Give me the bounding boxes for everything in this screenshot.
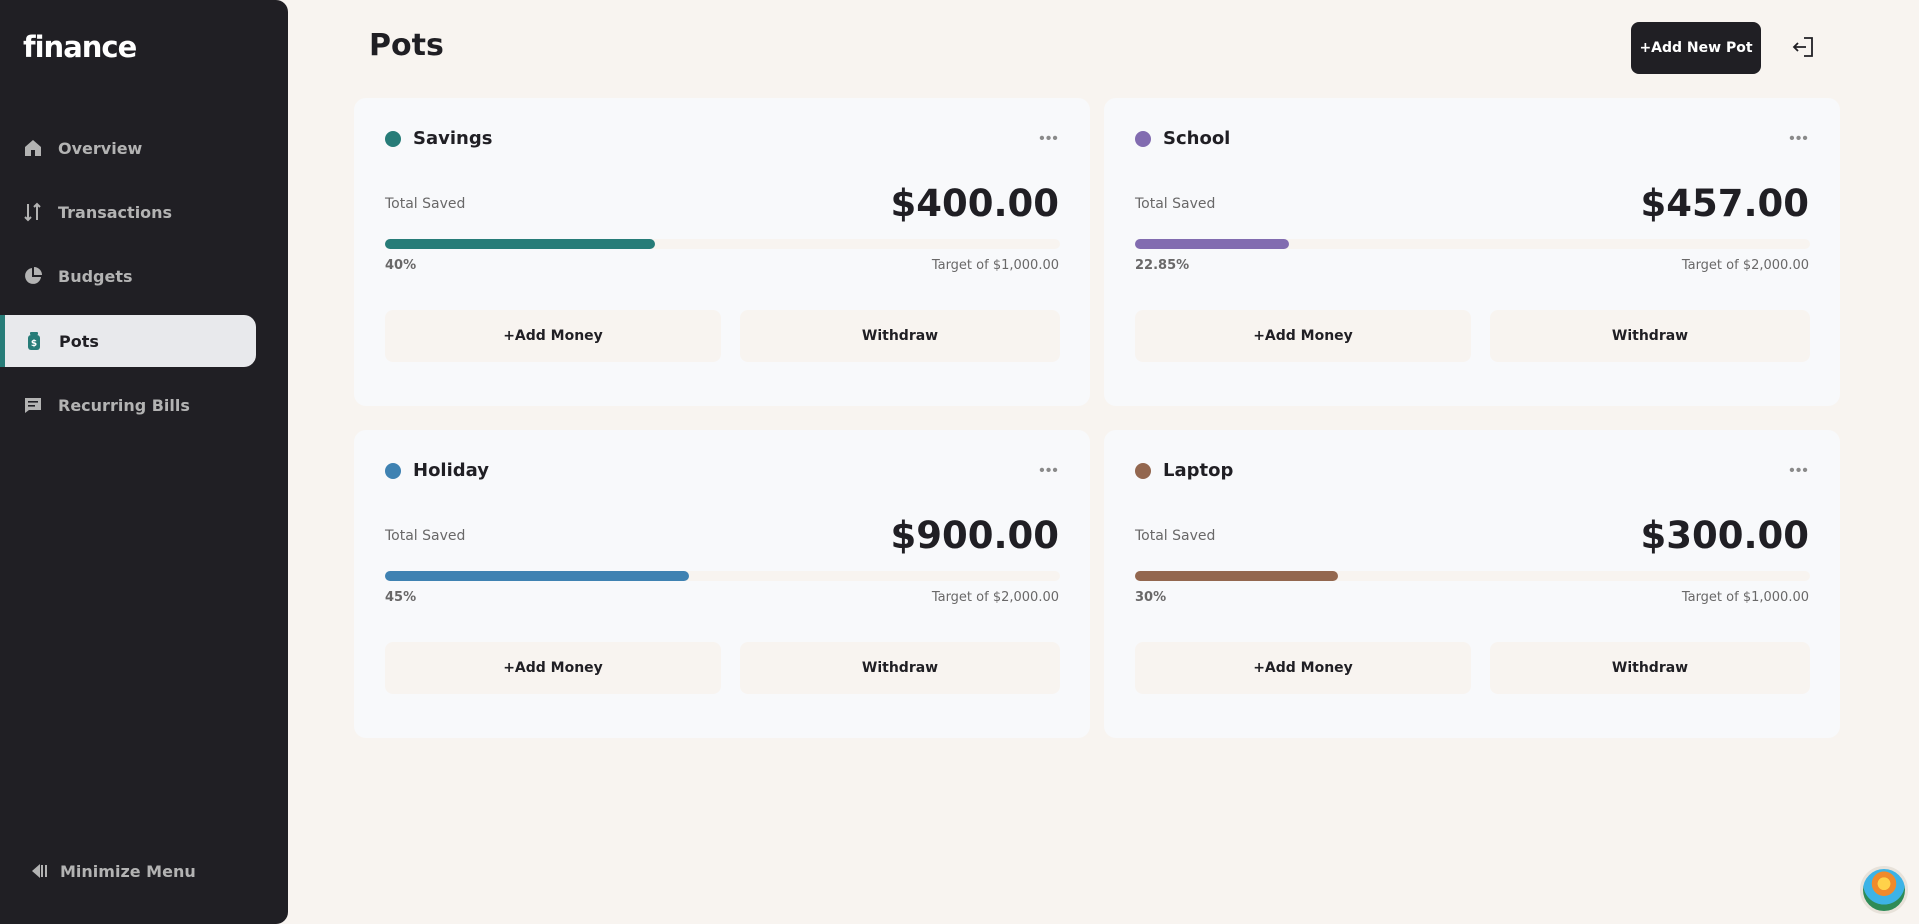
minimize-arrow-icon — [32, 864, 47, 878]
progress-bar — [385, 571, 1060, 581]
add-money-button[interactable]: +Add Money — [1135, 310, 1471, 362]
pot-color-dot — [1135, 462, 1151, 479]
pot-color-dot — [1135, 130, 1151, 147]
sidebar-item-recurring-bills[interactable]: Recurring Bills — [0, 379, 256, 431]
home-icon — [22, 137, 44, 159]
pot-target: Target of $2,000.00 — [1681, 258, 1809, 273]
pot-header: School — [1135, 128, 1230, 149]
sidebar-item-overview[interactable]: Overview — [0, 122, 256, 174]
progress-fill — [385, 571, 689, 581]
more-options-button[interactable]: ••• — [1038, 462, 1060, 479]
add-money-button[interactable]: +Add Money — [385, 642, 721, 694]
progress-fill — [385, 239, 655, 249]
pot-target: Target of $1,000.00 — [931, 258, 1059, 273]
pot-header: Savings — [385, 128, 492, 149]
pie-chart-icon — [22, 265, 44, 287]
withdraw-button[interactable]: Withdraw — [1490, 642, 1810, 694]
ellipsis-icon: ••• — [1789, 462, 1809, 479]
jar-icon: $ — [23, 330, 45, 352]
pot-amount: $400.00 — [890, 182, 1059, 225]
progress-percent: 22.85% — [1135, 258, 1190, 273]
withdraw-button[interactable]: Withdraw — [1490, 310, 1810, 362]
minimize-menu-button[interactable]: Minimize Menu — [30, 860, 196, 882]
add-new-pot-button[interactable]: +Add New Pot — [1631, 22, 1761, 74]
pot-name: School — [1163, 128, 1231, 149]
sidebar-item-label: Recurring Bills — [58, 395, 190, 415]
sidebar-item-label: Transactions — [58, 202, 173, 222]
sidebar-item-pots[interactable]: $ Pots — [0, 315, 256, 367]
total-saved-label: Total Saved — [1135, 528, 1216, 544]
pot-target: Target of $1,000.00 — [1681, 590, 1809, 605]
more-options-button[interactable]: ••• — [1788, 462, 1810, 479]
page-title: Pots — [369, 28, 444, 63]
withdraw-button[interactable]: Withdraw — [740, 642, 1060, 694]
arrows-updown-icon — [22, 201, 44, 223]
add-money-button[interactable]: +Add Money — [1135, 642, 1471, 694]
pot-header: Holiday — [385, 460, 489, 481]
pot-card-holiday: Holiday ••• Total Saved $900.00 45% Targ… — [354, 430, 1090, 738]
sidebar-item-label: Overview — [58, 138, 143, 158]
svg-text:$: $ — [31, 339, 37, 349]
progress-percent: 30% — [1135, 590, 1167, 605]
total-saved-label: Total Saved — [385, 196, 466, 212]
pot-amount: $300.00 — [1640, 514, 1809, 557]
sidebar-item-label: Pots — [59, 331, 99, 351]
pot-name: Savings — [413, 128, 493, 149]
pot-card-laptop: Laptop ••• Total Saved $300.00 30% Targe… — [1104, 430, 1840, 738]
total-saved-label: Total Saved — [385, 528, 466, 544]
progress-bar — [1135, 239, 1810, 249]
progress-bar — [1135, 571, 1810, 581]
sidebar-item-transactions[interactable]: Transactions — [0, 186, 256, 238]
ellipsis-icon: ••• — [1039, 462, 1059, 479]
pot-card-school: School ••• Total Saved $457.00 22.85% Ta… — [1104, 98, 1840, 406]
pot-color-dot — [385, 130, 401, 147]
ellipsis-icon: ••• — [1039, 130, 1059, 147]
minimize-menu-label: Minimize Menu — [60, 861, 196, 881]
sidebar: finance Overview Transactions Budgets $ … — [0, 0, 288, 924]
progress-bar — [385, 239, 1060, 249]
pot-target: Target of $2,000.00 — [931, 590, 1059, 605]
pot-card-savings: Savings ••• Total Saved $400.00 40% Targ… — [354, 98, 1090, 406]
more-options-button[interactable]: ••• — [1788, 130, 1810, 147]
withdraw-button[interactable]: Withdraw — [740, 310, 1060, 362]
total-saved-label: Total Saved — [1135, 196, 1216, 212]
ellipsis-icon: ••• — [1789, 130, 1809, 147]
more-options-button[interactable]: ••• — [1038, 130, 1060, 147]
app-root: finance Overview Transactions Budgets $ … — [0, 0, 1919, 924]
logout-icon — [1792, 37, 1813, 57]
logout-button[interactable] — [1790, 34, 1816, 60]
progress-percent: 45% — [385, 590, 417, 605]
progress-percent: 40% — [385, 258, 417, 273]
progress-fill — [1135, 571, 1338, 581]
pot-amount: $900.00 — [890, 514, 1059, 557]
sidebar-item-label: Budgets — [58, 266, 133, 286]
logo: finance — [23, 30, 137, 64]
assistant-avatar[interactable] — [1860, 866, 1908, 914]
sidebar-item-budgets[interactable]: Budgets — [0, 250, 256, 302]
receipt-icon — [22, 394, 44, 416]
add-money-button[interactable]: +Add Money — [385, 310, 721, 362]
pot-header: Laptop — [1135, 460, 1233, 481]
pot-color-dot — [385, 462, 401, 479]
pot-name: Holiday — [413, 460, 489, 481]
progress-fill — [1135, 239, 1290, 249]
pot-name: Laptop — [1163, 460, 1234, 481]
pot-amount: $457.00 — [1640, 182, 1809, 225]
